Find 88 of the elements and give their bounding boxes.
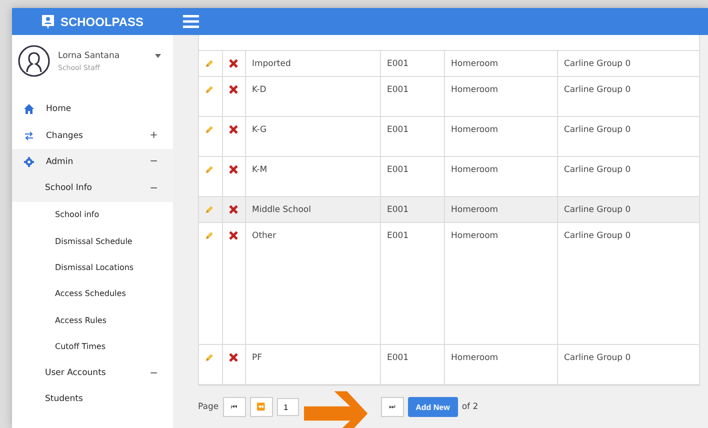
nav-label: Students	[45, 394, 84, 404]
table-row[interactable]: K-G E001 Homeroom Carline Group 0	[199, 117, 699, 157]
table-cell: PF	[252, 353, 262, 363]
delete-icon[interactable]	[229, 353, 238, 362]
table-cell: E001	[387, 353, 409, 363]
table-row[interactable]: Middle School E001 Homeroom Carline Group 0	[199, 197, 699, 223]
avatar-icon	[18, 45, 50, 77]
edit-icon[interactable]	[205, 125, 214, 134]
edit-icon[interactable]	[205, 59, 214, 68]
nav-item[interactable]: Dismissal Schedule	[12, 228, 173, 254]
brand-name: SCHOOLPASS	[60, 14, 144, 28]
table-cell: K-G	[252, 125, 267, 135]
caret-icon[interactable]	[155, 54, 161, 58]
table-cell: E001	[387, 59, 409, 69]
nav-item[interactable]: Access Schedules	[12, 280, 173, 308]
toggle-icon[interactable]: −	[150, 156, 158, 168]
table-cell: Other	[252, 231, 276, 241]
table-cell: Imported	[252, 59, 291, 69]
home-icon	[24, 104, 34, 114]
edit-icon[interactable]	[205, 165, 214, 174]
table-cell: Homeroom	[451, 125, 498, 135]
table-cell: Carline Group 0	[564, 231, 631, 241]
nav-label: Changes	[46, 130, 84, 141]
table-cell: Carline Group 0	[564, 353, 631, 363]
table-cell: E001	[387, 165, 409, 175]
nav-item[interactable]: Admin −	[12, 148, 173, 176]
nav-item[interactable]: Home	[12, 96, 173, 122]
add-new-button[interactable]: Add New	[408, 397, 458, 417]
table-cell: Homeroom	[451, 59, 498, 69]
toggle-icon[interactable]: −	[150, 182, 158, 194]
table-row[interactable]: PF E001 Homeroom Carline Group 0	[199, 345, 699, 385]
table-cell: E001	[387, 85, 409, 95]
nav-label: Admin	[46, 156, 74, 167]
badge-icon	[41, 14, 56, 30]
delete-icon[interactable]	[229, 205, 238, 214]
edit-icon[interactable]	[205, 85, 214, 94]
table-cell: K-D	[252, 85, 266, 95]
table-cell: K-M	[252, 165, 268, 175]
table-cell: Carline Group 0	[564, 59, 631, 69]
nav-item[interactable]: Dismissal Locations	[12, 254, 173, 281]
changes-icon	[24, 130, 34, 141]
page-total: of 2	[462, 402, 478, 412]
table-cell: Carline Group 0	[564, 125, 631, 135]
page-field[interactable]: 1	[276, 398, 299, 416]
nav-item[interactable]: Students	[12, 386, 173, 413]
table-cell: Carline Group 0	[564, 165, 631, 175]
table-row[interactable]: Imported E001 Homeroom Carline Group 0	[199, 51, 699, 77]
nav-item[interactable]: Cutoff Times	[12, 334, 173, 360]
table-row[interactable]: K-D E001 Homeroom Carline Group 0	[199, 77, 699, 117]
table-cell: Carline Group 0	[564, 205, 631, 215]
nav-item[interactable]: User Accounts −	[12, 360, 173, 386]
nav-label: Home	[46, 104, 72, 114]
delete-icon[interactable]	[229, 85, 238, 94]
edit-icon[interactable]	[205, 231, 214, 240]
nav-item[interactable]: Access Rules	[12, 307, 173, 334]
nav-label: School Info	[45, 183, 94, 194]
page-label: Page	[198, 402, 219, 412]
delete-icon[interactable]	[229, 165, 238, 174]
nav-label: Dismissal Schedule	[55, 236, 134, 246]
delete-icon[interactable]	[229, 59, 238, 68]
table-cell: Homeroom	[451, 85, 498, 95]
table-cell: Homeroom	[451, 165, 498, 175]
table-cell: E001	[387, 125, 409, 135]
nav-label: User Accounts	[45, 368, 107, 378]
nav-label: Cutoff Times	[55, 342, 106, 352]
table-cell: Homeroom	[451, 231, 498, 241]
nav-item[interactable]: Changes +	[12, 122, 173, 149]
nav-label: Access Rules	[55, 316, 108, 325]
delete-icon[interactable]	[229, 231, 238, 240]
nav-item[interactable]: School Info −	[12, 175, 173, 202]
nav-label: Dismissal Locations	[55, 263, 135, 272]
edit-icon[interactable]	[205, 205, 214, 214]
table-cell: Carline Group 0	[564, 85, 631, 95]
toggle-icon[interactable]: +	[150, 130, 158, 142]
edit-icon[interactable]	[205, 353, 214, 362]
table-cell: E001	[387, 231, 409, 241]
nav-label: School info	[55, 210, 100, 220]
table-row[interactable]: Other E001 Homeroom Carline Group 0	[199, 223, 699, 345]
menu-icon[interactable]	[183, 15, 199, 28]
toggle-icon[interactable]: −	[150, 368, 158, 379]
table-cell: Homeroom	[451, 205, 498, 215]
table-cell: Middle School	[252, 205, 311, 215]
table-cell: E001	[387, 205, 409, 215]
nav-label: Access Schedules	[55, 289, 127, 298]
nav-item[interactable]: School info	[12, 202, 173, 228]
table-cell: Homeroom	[451, 353, 498, 363]
delete-icon[interactable]	[229, 125, 238, 134]
user-name: Lorna Santana	[58, 50, 121, 60]
